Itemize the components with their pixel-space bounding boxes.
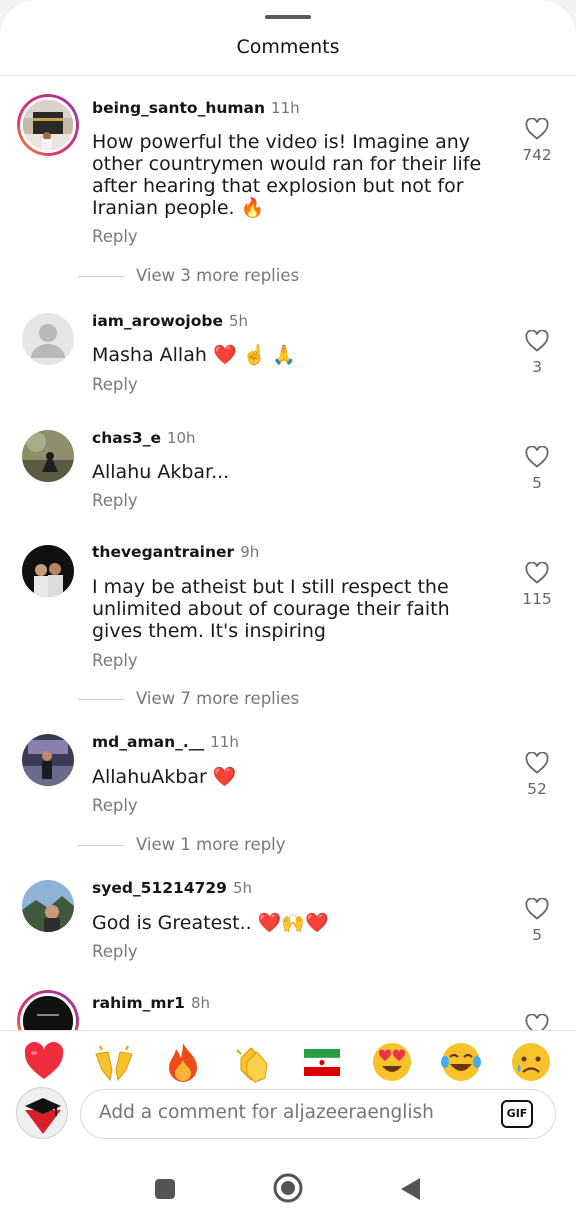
iran-flag-emoji-icon[interactable] xyxy=(300,1040,344,1084)
sheet-title: Comments xyxy=(236,36,340,58)
avatar[interactable] xyxy=(22,313,74,365)
recent-apps-icon[interactable] xyxy=(154,1178,176,1204)
heart-outline-icon xyxy=(525,1014,549,1030)
avatar[interactable] xyxy=(22,880,74,932)
heart-outline-icon xyxy=(525,330,549,352)
comment-text: AllahuAkbar ❤️ xyxy=(92,766,237,788)
reply-button[interactable]: Reply xyxy=(92,651,138,670)
comment-composer[interactable]: GIF xyxy=(80,1089,556,1139)
heart-outline-icon xyxy=(525,446,549,468)
header-divider xyxy=(0,75,576,76)
comment-text: I may be atheist but I still respect the… xyxy=(92,576,450,642)
reply-button[interactable]: Reply xyxy=(92,942,138,961)
gif-button[interactable]: GIF xyxy=(501,1100,533,1128)
comment-username[interactable]: being_santo_human 11h xyxy=(92,99,300,117)
comment-text: Masha Allah ❤️ ☝️ 🙏 xyxy=(92,344,296,366)
quick-emoji-bar xyxy=(0,1040,576,1086)
comment-username[interactable]: syed_51214729 5h xyxy=(92,879,252,897)
heart-outline-icon xyxy=(525,118,549,140)
like-button[interactable]: 115 xyxy=(518,562,556,608)
heart-outline-icon xyxy=(525,898,549,920)
like-count: 52 xyxy=(527,780,547,798)
heart-emoji-icon[interactable] xyxy=(22,1040,68,1084)
reply-button[interactable]: Reply xyxy=(92,491,138,510)
like-count: 3 xyxy=(532,358,542,376)
avatar[interactable] xyxy=(22,545,74,597)
clapping-hands-emoji-icon[interactable] xyxy=(231,1040,277,1084)
heart-eyes-emoji-icon[interactable] xyxy=(370,1040,416,1084)
comment-time: 10h xyxy=(166,429,196,447)
heart-outline-icon xyxy=(525,752,549,774)
like-button[interactable]: 52 xyxy=(518,752,556,798)
home-icon[interactable] xyxy=(272,1172,304,1208)
comment-time: 9h xyxy=(240,543,260,561)
like-count: 742 xyxy=(522,146,552,164)
heart-outline-icon xyxy=(525,562,549,584)
like-button[interactable]: 3 xyxy=(518,330,556,376)
system-nav-bar xyxy=(0,1150,576,1222)
like-button[interactable]: 742 xyxy=(518,118,556,164)
like-count: 5 xyxy=(532,926,542,944)
comment-time: 11h xyxy=(210,733,239,751)
emoji-divider xyxy=(0,1030,576,1031)
like-button[interactable]: 5 xyxy=(518,446,556,492)
avatar[interactable] xyxy=(22,430,74,482)
avatar[interactable] xyxy=(17,94,79,156)
fire-emoji-icon[interactable] xyxy=(161,1040,207,1084)
like-button[interactable] xyxy=(518,1014,556,1030)
comment-time: 11h xyxy=(271,99,300,117)
comment-time: 5h xyxy=(232,879,253,897)
drag-handle[interactable] xyxy=(265,15,311,19)
tears-of-joy-emoji-icon[interactable] xyxy=(439,1040,485,1084)
comment-username[interactable]: md_aman_.__ 11h xyxy=(92,733,239,751)
sad-tear-emoji-icon[interactable] xyxy=(509,1040,555,1084)
comments-sheet: Comments being_santo_human 11h How powerf… xyxy=(0,0,576,1222)
reply-button[interactable]: Reply xyxy=(92,375,138,394)
comment-input[interactable] xyxy=(99,1102,479,1123)
comment-item: rahim_mr1 8h xyxy=(0,990,576,1030)
reply-button[interactable]: Reply xyxy=(92,227,138,246)
raising-hands-emoji-icon[interactable] xyxy=(92,1040,138,1084)
like-button[interactable]: 5 xyxy=(518,898,556,944)
avatar[interactable] xyxy=(22,734,74,786)
current-user-avatar xyxy=(16,1087,68,1139)
reply-button[interactable]: Reply xyxy=(92,796,138,815)
avatar[interactable] xyxy=(17,990,79,1030)
comment-text: How powerful the video is! Imagine any o… xyxy=(92,131,482,219)
comment-username[interactable]: rahim_mr1 8h xyxy=(92,994,210,1012)
comment-text: God is Greatest.. ❤️🙌❤️ xyxy=(92,912,329,934)
comment-time: 8h xyxy=(190,994,210,1012)
comment-username[interactable]: iam_arowojobe 5h xyxy=(92,312,248,330)
like-count: 115 xyxy=(522,590,552,608)
comment-username[interactable]: chas3_e 10h xyxy=(92,429,196,447)
comment-text: Allahu Akbar... xyxy=(92,461,230,483)
like-count: 5 xyxy=(532,474,542,492)
comment-time: 5h xyxy=(228,312,249,330)
comment-username[interactable]: thevegantrainer 9h xyxy=(92,543,259,561)
back-icon[interactable] xyxy=(398,1176,422,1206)
